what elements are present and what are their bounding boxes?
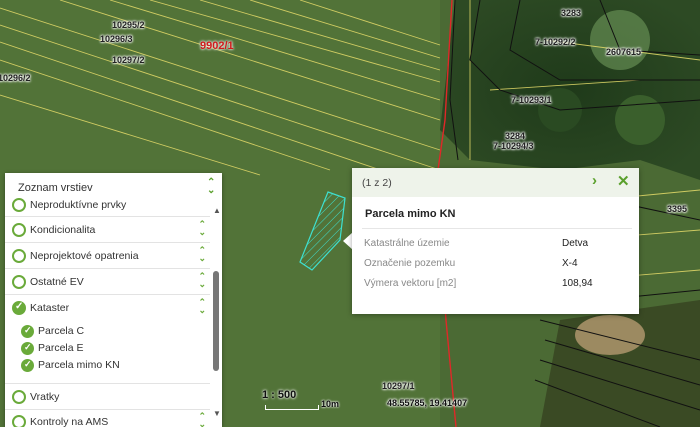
layer-item-kataster[interactable]: Kataster ⌃⌄	[5, 295, 210, 320]
sublayer-label: Parcela E	[38, 342, 84, 354]
layer-label: Ostatné EV	[30, 276, 84, 288]
layer-toggle-icon[interactable]	[12, 249, 26, 263]
attribute-key: Výmera vektoru [m2]	[364, 278, 457, 289]
layer-label: Neproduktívne prvky	[30, 199, 127, 211]
reorder-icon[interactable]: ⌃ ⌄	[198, 272, 206, 289]
parcel-label: 3395	[667, 204, 688, 214]
scrollbar-thumb[interactable]	[213, 271, 219, 371]
attribute-row: Katastrálne územie Detva	[364, 238, 634, 256]
sublayer-parcela-c[interactable]: Parcela C	[5, 323, 210, 340]
layer-list-title: Zoznam vrstiev	[18, 182, 93, 194]
parcel-label: 3283	[561, 8, 582, 18]
attribute-row: Výmera vektoru [m2] 108,94	[364, 278, 634, 296]
attribute-row: Označenie pozemku X-4	[364, 258, 634, 276]
parcel-label: 10296/3	[100, 34, 133, 44]
layer-item-ostatne-ev[interactable]: Ostatné EV ⌃ ⌄	[5, 269, 210, 295]
reorder-icon[interactable]: ⌃ ⌄	[198, 298, 206, 315]
layer-toggle-icon[interactable]	[12, 223, 26, 237]
layer-label: Neprojektové opatrenia	[30, 250, 139, 262]
sublayer-parcela-e[interactable]: Parcela E	[5, 340, 210, 357]
popup-title: Parcela mimo KN	[365, 208, 456, 220]
divider	[362, 228, 632, 229]
parcel-label: 7-10293/1	[511, 95, 552, 105]
parcel-label: 3284	[505, 131, 526, 141]
reorder-icon[interactable]: ⌃ ⌄	[198, 412, 206, 427]
parcel-label: 10296/2	[0, 73, 31, 83]
attribute-key: Označenie pozemku	[364, 258, 456, 269]
parcel-label: 2607615	[606, 47, 642, 57]
layer-item-neprojektove-opatrenia[interactable]: Neprojektové opatrenia ⌃ ⌄	[5, 243, 210, 269]
highlight-parcel-label: 9902/1	[200, 40, 234, 52]
sublayer-parcela-mimo-kn[interactable]: Parcela mimo KN	[5, 357, 210, 374]
layer-toggle-icon[interactable]	[12, 275, 26, 289]
layer-toggle-icon[interactable]	[12, 390, 26, 404]
parcel-label: 7-10292/2	[535, 37, 576, 47]
scale-bar-label: 10m	[321, 399, 340, 409]
parcel-label: 7-10294/3	[493, 141, 534, 151]
scale-ratio: 1 : 500	[262, 389, 297, 401]
layer-item-vratky[interactable]: Vratky	[5, 383, 210, 410]
layer-label: Kataster	[30, 302, 70, 314]
scale-bar	[265, 405, 319, 410]
layer-toggle-icon[interactable]	[12, 198, 26, 212]
scroll-down-arrow-icon[interactable]: ▼	[213, 409, 221, 418]
close-icon[interactable]: ✕	[617, 172, 630, 190]
layer-item-neproduktivne-prvky[interactable]: Neproduktívne prvky	[5, 195, 210, 217]
sublayer-checked-icon[interactable]	[21, 359, 34, 372]
attribute-value: Detva	[562, 238, 589, 249]
popup-feature-count: (1 z 2)	[362, 177, 392, 189]
sublayer-checked-icon[interactable]	[21, 342, 34, 355]
attribute-key: Katastrálne územie	[364, 238, 450, 249]
layer-list-panel: Zoznam vrstiev ⌃ ⌄ ▲ ▼ Neproduktívne prvk…	[5, 173, 222, 427]
sublayer-label: Parcela C	[38, 325, 85, 337]
reorder-icon[interactable]: ⌃ ⌄	[198, 220, 206, 237]
scroll-up-arrow-icon[interactable]: ▲	[213, 206, 221, 215]
parcel-label: 10295/2	[112, 20, 145, 30]
next-feature-chevron-icon[interactable]: ›	[592, 172, 597, 189]
sublayer-checked-icon[interactable]	[21, 325, 34, 338]
attribute-value: 108,94	[562, 278, 593, 289]
cursor-coordinates: 48.55785, 19.41407	[387, 398, 468, 408]
layer-label: Vratky	[30, 391, 60, 403]
layer-toggle-checked-icon[interactable]	[12, 301, 26, 315]
collapse-chevron-icon[interactable]: ⌃ ⌄	[207, 178, 215, 196]
parcel-label: 10297/2	[112, 55, 145, 65]
layer-toggle-icon[interactable]	[12, 415, 26, 427]
layer-label: Kontroly na AMS	[30, 416, 109, 427]
feature-info-popup: (1 z 2) › ✕ Parcela mimo KN Katastrálne …	[352, 168, 639, 314]
layer-item-kondicionalita[interactable]: Kondicionalita ⌃ ⌄	[5, 217, 210, 243]
layer-item-kontroly-na-ams[interactable]: Kontroly na AMS ⌃ ⌄	[5, 409, 210, 427]
attribute-value: X-4	[562, 258, 578, 269]
sublayer-label: Parcela mimo KN	[38, 359, 120, 371]
layer-label: Kondicionalita	[30, 224, 96, 236]
popup-header: (1 z 2) › ✕	[352, 168, 639, 197]
reorder-icon[interactable]: ⌃ ⌄	[198, 246, 206, 263]
parcel-label: 10297/1	[382, 381, 415, 391]
